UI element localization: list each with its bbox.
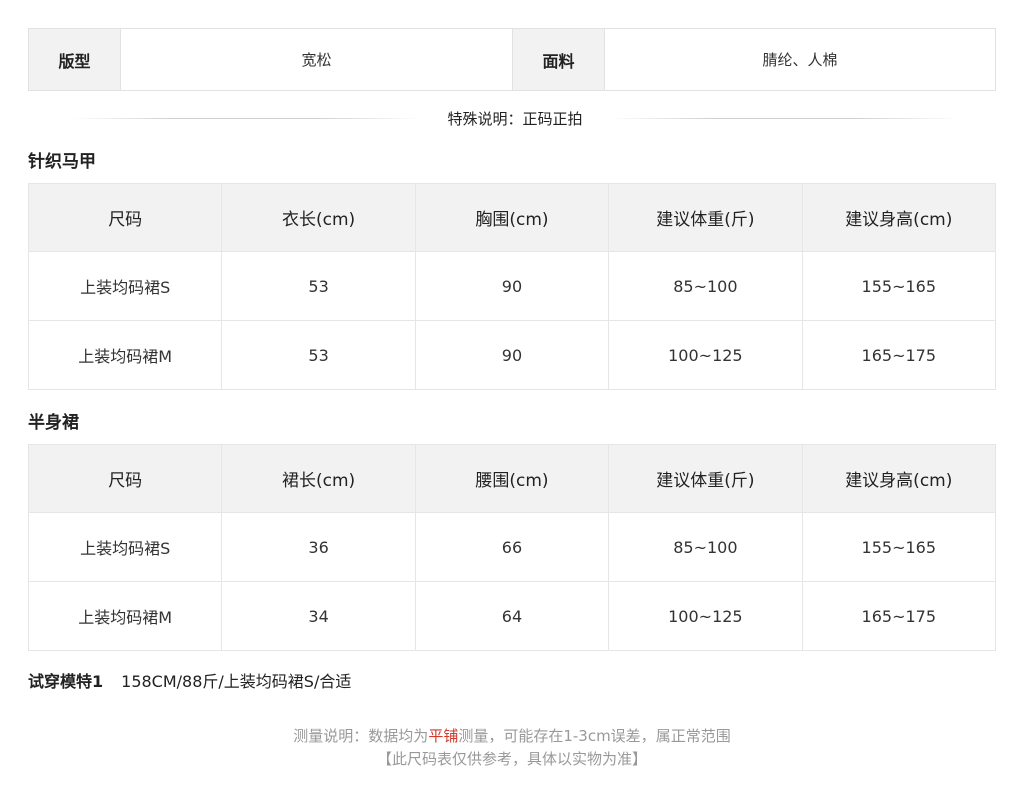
measure-note-suffix: 测量，可能存在1-3cm误差，属正常范围	[458, 727, 731, 745]
column-header: 建议身高(cm)	[801, 444, 997, 513]
table-cell: 85~100	[608, 251, 803, 321]
disclaimer: 【此尺码表仅供参考，具体以实物为准】	[376, 750, 647, 768]
table-cell: 155~165	[801, 512, 997, 582]
table-cell: 53	[221, 320, 416, 390]
model-label: 试穿模特1	[28, 672, 104, 691]
table-cell: 上装均码裙M	[27, 581, 223, 651]
table-header-row: 尺码 衣长(cm) 胸围(cm) 建议体重(斤) 建议身高(cm)	[27, 183, 997, 252]
column-header: 建议体重(斤)	[608, 183, 803, 252]
table-cell: 上装均码裙M	[27, 320, 223, 390]
table-row: 上装均码裙M 53 90 100~125 165~175	[27, 320, 997, 390]
table-cell: 165~175	[801, 581, 997, 651]
table-cell: 64	[414, 581, 610, 651]
table-cell: 53	[221, 251, 416, 321]
section-title-skirt: 半身裙	[28, 413, 79, 433]
skirt-size-table: 尺码 裙长(cm) 腰围(cm) 建议体重(斤) 建议身高(cm) 上装均码裙S…	[27, 444, 997, 651]
table-cell: 165~175	[801, 320, 997, 390]
table-header-row: 尺码 裙长(cm) 腰围(cm) 建议体重(斤) 建议身高(cm)	[27, 444, 997, 513]
measure-note: 测量说明：数据均为平铺测量，可能存在1-3cm误差，属正常范围	[0, 725, 1024, 746]
attr-key-fabric: 面料	[512, 29, 604, 90]
divider-left	[70, 117, 422, 119]
column-header: 胸围(cm)	[414, 183, 610, 252]
table-cell: 155~165	[801, 251, 997, 321]
section-title-vest: 针织马甲	[28, 152, 96, 172]
table-row: 上装均码裙S 53 90 85~100 155~165	[27, 251, 997, 321]
column-header: 尺码	[27, 444, 223, 513]
column-header: 尺码	[27, 183, 223, 252]
column-header: 腰围(cm)	[414, 444, 610, 513]
table-cell: 100~125	[608, 581, 803, 651]
model-info-row: 试穿模特1 158CM/88斤/上装均码裙S/合适	[28, 668, 351, 692]
model-info: 158CM/88斤/上装均码裙S/合适	[121, 672, 352, 691]
table-cell: 上装均码裙S	[27, 512, 223, 582]
attr-value-fit: 宽松	[120, 29, 512, 90]
vest-size-table: 尺码 衣长(cm) 胸围(cm) 建议体重(斤) 建议身高(cm) 上装均码裙S…	[27, 183, 997, 390]
table-cell: 90	[414, 320, 610, 390]
table-cell: 34	[221, 581, 416, 651]
table-cell: 85~100	[608, 512, 803, 582]
attribute-table: 版型 宽松 面料 腈纶、人棉	[28, 28, 996, 91]
table-cell: 66	[414, 512, 610, 582]
column-header: 衣长(cm)	[221, 183, 416, 252]
divider-right	[608, 117, 961, 119]
column-header: 建议体重(斤)	[608, 444, 803, 513]
attr-value-fabric: 腈纶、人棉	[604, 29, 995, 90]
column-header: 建议身高(cm)	[801, 183, 997, 252]
attr-key-fit: 版型	[29, 29, 120, 90]
table-cell: 36	[221, 512, 416, 582]
column-header: 裙长(cm)	[221, 444, 416, 513]
table-row: 上装均码裙M 34 64 100~125 165~175	[27, 581, 997, 651]
measure-note-prefix: 测量说明：数据均为	[293, 727, 429, 745]
table-cell: 上装均码裙S	[27, 251, 223, 321]
table-cell: 90	[414, 251, 610, 321]
table-row: 上装均码裙S 36 66 85~100 155~165	[27, 512, 997, 582]
special-note-row: 特殊说明：正码正拍	[70, 104, 961, 132]
measure-note-highlight: 平铺	[428, 727, 459, 745]
special-note: 特殊说明：正码正拍	[447, 109, 583, 128]
table-cell: 100~125	[608, 320, 803, 390]
